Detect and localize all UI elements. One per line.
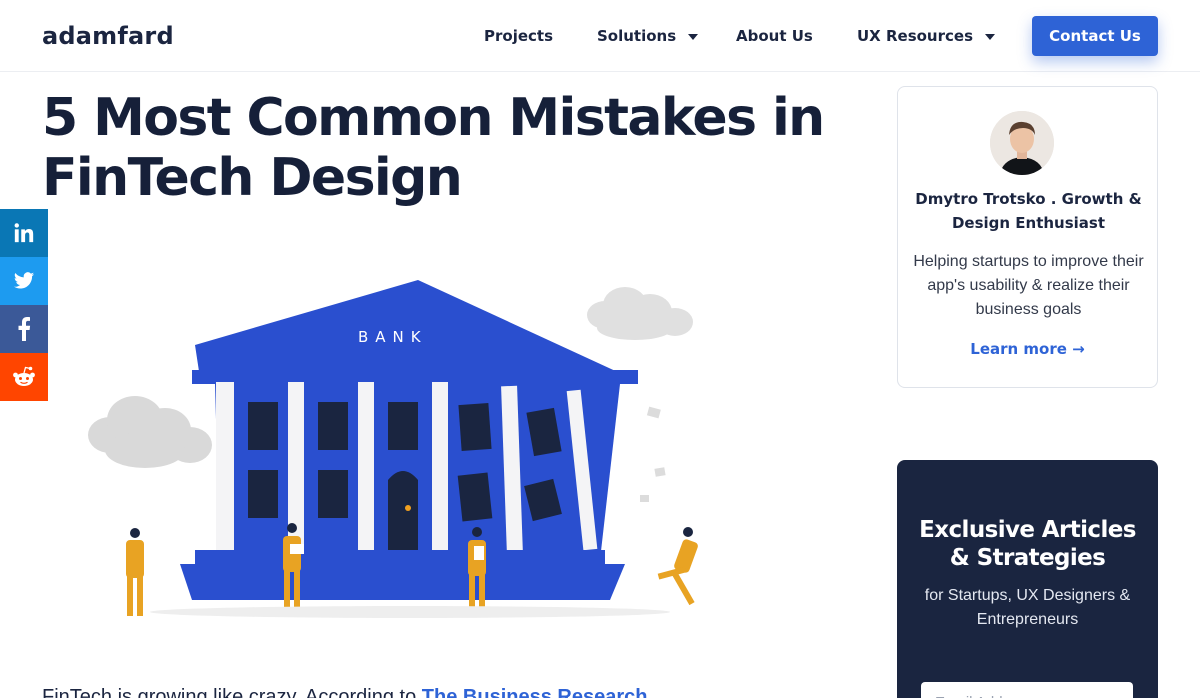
article-intro-link[interactable]: The Business Research (422, 686, 648, 698)
newsletter-box: Exclusive Articles & Strategies for Star… (897, 460, 1158, 698)
author-photo (990, 111, 1054, 175)
learn-more-link[interactable]: Learn more → (898, 340, 1157, 358)
share-twitter-button[interactable] (0, 257, 48, 305)
author-avatar (990, 111, 1054, 175)
logo[interactable]: adamfard (42, 22, 174, 50)
article-intro: FinTech is growing like crazy. According… (42, 686, 647, 698)
chevron-down-icon (688, 34, 699, 40)
newsletter-title: Exclusive Articles & Strategies (919, 517, 1136, 571)
author-name: Dmytro Trotsko . Growth & Design Enthusi… (915, 190, 1142, 232)
social-share-bar (0, 209, 48, 401)
nav-ux-resources[interactable]: UX Resources (857, 24, 995, 48)
contact-us-button[interactable]: Contact Us (1032, 16, 1158, 56)
nav-projects-label: Projects (484, 27, 554, 45)
share-linkedin-button[interactable] (0, 209, 48, 257)
twitter-icon (13, 272, 35, 289)
nav-projects[interactable]: Projects (484, 24, 553, 48)
bank-drawing: BANK (88, 280, 698, 618)
article-title: 5 Most Common Mistakes in FinTech Design (42, 88, 842, 208)
site-header: adamfard Projects Solutions About Us UX … (0, 0, 1200, 72)
reddit-icon (13, 366, 35, 386)
nav-ux-resources-label: UX Resources (857, 27, 973, 45)
author-card: Dmytro Trotsko . Growth & Design Enthusi… (897, 86, 1158, 388)
share-reddit-button[interactable] (0, 353, 48, 401)
newsletter-email-input[interactable] (921, 682, 1133, 698)
chevron-down-icon (985, 34, 995, 40)
facebook-icon (18, 317, 31, 341)
bank-illustration: BANK (80, 270, 740, 640)
author-bio: Helping startups to improve their app's … (913, 253, 1144, 318)
article-title-line2: FinTech Design (42, 148, 463, 208)
article-title-line1: 5 Most Common Mistakes in (42, 88, 825, 148)
linkedin-icon (14, 223, 34, 243)
nav-about-label: About Us (736, 27, 813, 45)
bank-steps (180, 564, 625, 600)
cloud-right (587, 287, 693, 340)
cloud-left (88, 396, 212, 468)
nav-solutions[interactable]: Solutions (597, 24, 699, 48)
newsletter-subtitle: for Startups, UX Designers & Entrepreneu… (924, 587, 1131, 628)
share-facebook-button[interactable] (0, 305, 48, 353)
bank-sign: BANK (358, 328, 428, 346)
article-intro-text: FinTech is growing like crazy. According… (42, 686, 422, 698)
nav-solutions-label: Solutions (597, 27, 677, 45)
nav-about-us[interactable]: About Us (736, 24, 813, 48)
debris (640, 406, 666, 502)
